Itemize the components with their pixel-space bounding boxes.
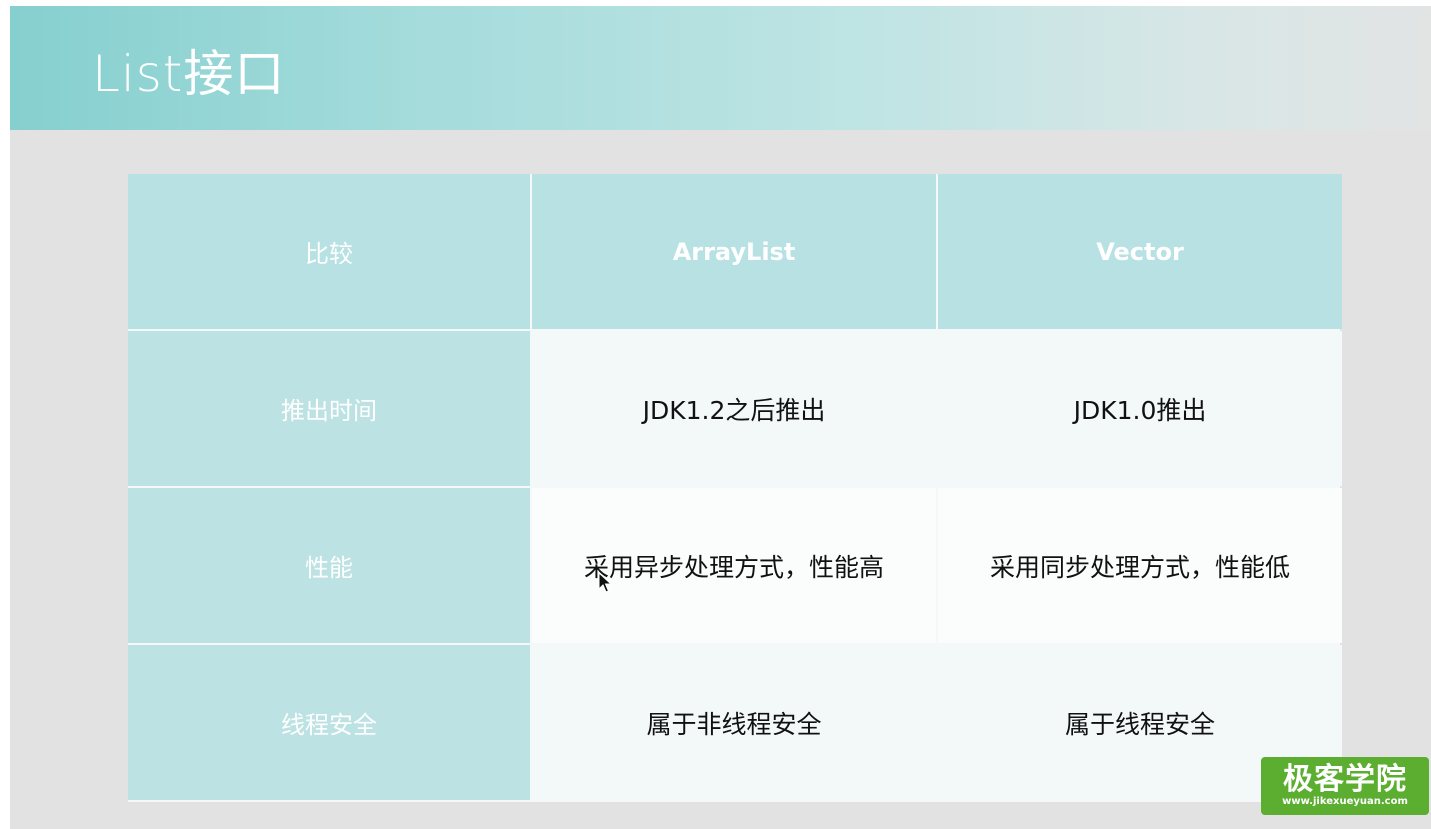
- video-frame: List接口 比较 ArrayList Vector 推出时间 JDK1.2之后…: [0, 0, 1431, 829]
- row-label-release-time: 推出时间: [128, 331, 530, 486]
- header-vector: Vector: [938, 174, 1342, 329]
- jikexueyuan-logo: 极客学院 www.jikexueyuan.com: [1261, 757, 1429, 815]
- cell-arraylist-thread-safety: 属于非线程安全: [532, 645, 936, 800]
- header-compare: 比较: [128, 174, 530, 329]
- logo-url: www.jikexueyuan.com: [1282, 796, 1408, 807]
- comparison-table: 比较 ArrayList Vector 推出时间 JDK1.2之后推出 JDK1…: [128, 174, 1342, 802]
- title-bar: List接口: [10, 6, 1431, 130]
- logo-text: 极客学院: [1283, 762, 1407, 797]
- row-label-thread-safety: 线程安全: [128, 645, 530, 800]
- slide-title: List接口: [92, 45, 286, 103]
- frame-left-border: [0, 0, 10, 829]
- cell-arraylist-release-time: JDK1.2之后推出: [532, 331, 936, 486]
- cell-vector-release-time: JDK1.0推出: [938, 331, 1342, 486]
- header-arraylist: ArrayList: [532, 174, 936, 329]
- row-label-performance: 性能: [128, 488, 530, 643]
- cell-vector-performance: 采用同步处理方式，性能低: [938, 488, 1342, 643]
- cell-arraylist-performance: 采用异步处理方式，性能高: [532, 488, 936, 643]
- presentation-slide: List接口 比较 ArrayList Vector 推出时间 JDK1.2之后…: [10, 6, 1431, 829]
